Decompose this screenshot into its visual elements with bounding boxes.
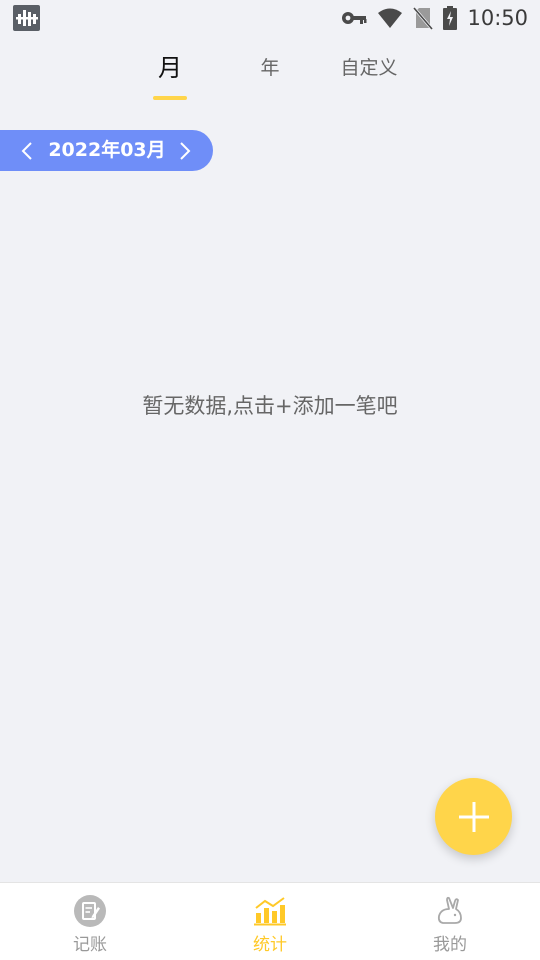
app-logo-icon	[13, 5, 40, 31]
battery-charging-icon	[443, 6, 458, 30]
bar-chart-icon	[253, 894, 287, 928]
plus-icon	[458, 801, 489, 832]
tab-year[interactable]: 年	[240, 48, 300, 92]
nav-label-mine: 我的	[433, 935, 467, 955]
nav-item-statistics[interactable]: 统计	[180, 883, 360, 960]
rabbit-icon	[433, 894, 467, 928]
current-month-label: 2022年03月	[48, 139, 166, 161]
period-tabs: 月 年 自定义	[0, 48, 540, 108]
bottom-navigation: 记账 统计 我的	[0, 882, 540, 960]
statistics-screen: 10:50 月 年 自定义 2022年03月 暂无数据,点击+添加一笔吧 记账 …	[0, 0, 540, 960]
no-sim-icon	[413, 6, 434, 30]
active-tab-indicator	[153, 96, 187, 100]
nav-item-mine[interactable]: 我的	[360, 883, 540, 960]
empty-state-message: 暂无数据,点击+添加一笔吧	[142, 394, 398, 418]
status-clock: 10:50	[467, 6, 528, 30]
nav-label-statistics: 统计	[253, 935, 287, 955]
wifi-icon	[377, 7, 403, 29]
add-record-button[interactable]	[435, 778, 512, 855]
status-bar: 10:50	[0, 0, 540, 36]
tab-custom[interactable]: 自定义	[329, 48, 409, 92]
chevron-right-icon[interactable]	[170, 130, 200, 171]
nav-item-bookkeeping[interactable]: 记账	[0, 883, 180, 960]
notebook-icon	[73, 894, 107, 928]
month-selector: 2022年03月	[0, 130, 213, 171]
chevron-left-icon[interactable]	[12, 130, 42, 171]
vpn-key-icon	[341, 10, 367, 26]
tab-month[interactable]: 月	[140, 48, 200, 92]
nav-label-bookkeeping: 记账	[73, 935, 107, 955]
